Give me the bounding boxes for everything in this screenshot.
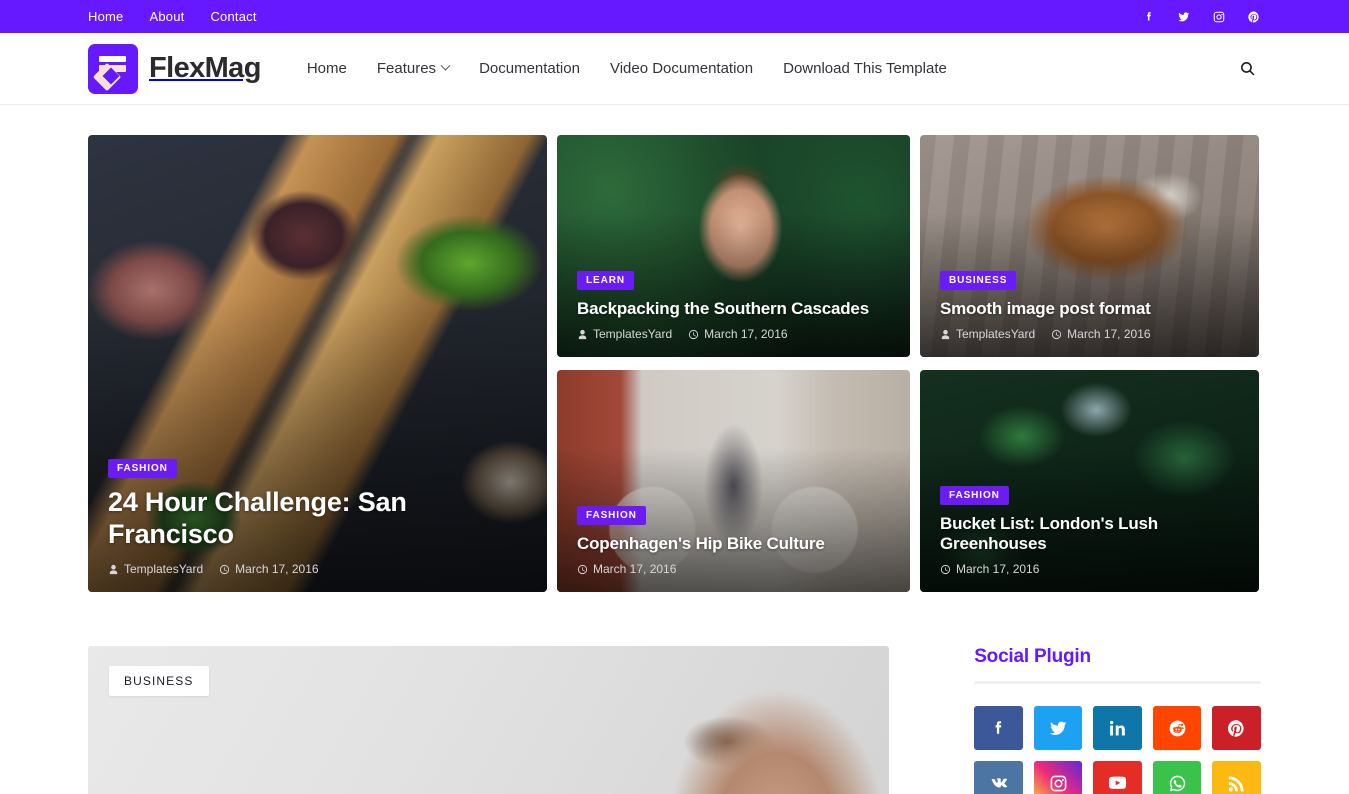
- category-badge[interactable]: FASHION: [577, 505, 646, 525]
- post-meta: TemplatesYard March 17, 2016: [108, 562, 527, 576]
- nav-item-features[interactable]: Features: [376, 60, 451, 77]
- post-meta: March 17, 2016: [577, 562, 890, 576]
- post-date: March 17, 2016: [577, 562, 676, 576]
- nav-label: Features: [376, 60, 437, 77]
- post-card[interactable]: BUSINESS: [88, 646, 890, 794]
- post-date: March 17, 2016: [688, 327, 788, 341]
- category-badge[interactable]: FASHION: [940, 485, 1009, 505]
- date-text: March 17, 2016: [1067, 327, 1151, 341]
- content-and-sidebar: BUSINESS Social Plugin: [88, 646, 1261, 794]
- site-logo[interactable]: FlexMag: [88, 43, 261, 94]
- youtube-icon[interactable]: [1093, 761, 1142, 794]
- date-text: March 17, 2016: [593, 562, 677, 576]
- nav-label: Download This Template: [783, 60, 947, 77]
- author-name: TemplatesYard: [956, 327, 1036, 341]
- nav-item-video-documentation[interactable]: Video Documentation: [610, 60, 753, 77]
- whatsapp-icon[interactable]: [1152, 761, 1202, 794]
- user-icon: [578, 329, 587, 339]
- featured-post-card-main[interactable]: FASHION 24 Hour Challenge: San Francisco…: [88, 135, 547, 592]
- user-icon: [941, 329, 950, 339]
- post-date: March 17, 2016: [1051, 327, 1151, 341]
- user-icon: [109, 564, 118, 574]
- category-badge[interactable]: LEARN: [577, 270, 634, 290]
- sidebar: Social Plugin: [974, 646, 1261, 794]
- clock-icon: [1052, 329, 1062, 339]
- author-name: TemplatesYard: [593, 327, 673, 341]
- instagram-icon[interactable]: [1211, 9, 1226, 24]
- top-bar-nav: Home About Contact: [88, 9, 257, 24]
- rss-icon[interactable]: [1212, 761, 1261, 794]
- card-body: FASHION 24 Hour Challenge: San Francisco…: [88, 458, 547, 592]
- top-bar: Home About Contact: [0, 0, 1349, 33]
- topbar-link-about[interactable]: About: [149, 9, 184, 24]
- post-date: March 17, 2016: [940, 562, 1039, 576]
- nav-label: Documentation: [479, 60, 580, 77]
- main-nav: Home Features Documentation Video Docume…: [307, 60, 947, 77]
- author-name: TemplatesYard: [124, 562, 204, 576]
- post-meta: March 17, 2016: [940, 562, 1239, 576]
- post-title[interactable]: Bucket List: London's Lush Greenhouses: [940, 514, 1239, 554]
- card-body: FASHION Copenhagen's Hip Bike Culture Ma…: [557, 505, 910, 592]
- category-badge[interactable]: FASHION: [108, 459, 177, 479]
- linkedin-icon[interactable]: [1093, 706, 1142, 750]
- brand-name: FlexMag: [149, 52, 261, 84]
- clock-icon: [220, 564, 230, 574]
- clock-icon: [689, 329, 699, 339]
- post-meta: TemplatesYard March 17, 2016: [940, 327, 1239, 341]
- nav-label: Home: [306, 60, 347, 77]
- reddit-icon[interactable]: [1152, 706, 1202, 750]
- date-text: March 17, 2016: [235, 562, 319, 576]
- card-body: FASHION Bucket List: London's Lush Green…: [920, 485, 1259, 592]
- card-body: BUSINESS Smooth image post format Templa…: [920, 270, 1259, 357]
- nav-item-home[interactable]: Home: [307, 60, 347, 77]
- nav-item-download-this-template[interactable]: Download This Template: [783, 60, 947, 77]
- featured-post-card-1[interactable]: LEARN Backpacking the Southern Cascades …: [557, 135, 910, 357]
- post-author: TemplatesYard: [940, 327, 1035, 341]
- post-title[interactable]: Backpacking the Southern Cascades: [577, 299, 890, 319]
- nav-label: Video Documentation: [609, 60, 754, 77]
- social-links-grid: [974, 706, 1261, 794]
- post-title[interactable]: Smooth image post format: [940, 299, 1239, 319]
- twitter-icon[interactable]: [1033, 706, 1083, 750]
- date-text: March 17, 2016: [704, 327, 788, 341]
- twitter-icon[interactable]: [1176, 9, 1191, 24]
- vk-icon[interactable]: [974, 761, 1023, 794]
- search-icon: [1240, 62, 1254, 76]
- facebook-icon[interactable]: [974, 706, 1023, 750]
- featured-post-card-4[interactable]: FASHION Bucket List: London's Lush Green…: [920, 370, 1259, 592]
- card-body: LEARN Backpacking the Southern Cascades …: [557, 270, 910, 357]
- social-plugin-widget: Social Plugin: [974, 646, 1261, 794]
- post-title[interactable]: 24 Hour Challenge: San Francisco: [108, 487, 527, 551]
- featured-post-card-3[interactable]: FASHION Copenhagen's Hip Bike Culture Ma…: [557, 370, 910, 592]
- pinterest-icon[interactable]: [1212, 706, 1261, 750]
- post-author: TemplatesYard: [108, 562, 203, 576]
- post-title[interactable]: Copenhagen's Hip Bike Culture: [577, 534, 890, 554]
- top-bar-social-links: [1141, 9, 1261, 24]
- chevron-down-icon: [440, 60, 451, 71]
- featured-post-card-2[interactable]: BUSINESS Smooth image post format Templa…: [920, 135, 1259, 357]
- date-text: March 17, 2016: [956, 562, 1040, 576]
- search-button[interactable]: [1233, 55, 1261, 83]
- nav-item-documentation[interactable]: Documentation: [479, 60, 580, 77]
- clock-icon: [940, 564, 951, 574]
- topbar-link-home[interactable]: Home: [88, 9, 123, 24]
- instagram-icon[interactable]: [1033, 761, 1083, 794]
- category-badge[interactable]: BUSINESS: [940, 270, 1017, 290]
- pinterest-icon[interactable]: [1246, 9, 1261, 24]
- logo-mark-icon: [88, 43, 138, 94]
- post-author: TemplatesYard: [577, 327, 672, 341]
- divider: [974, 681, 1261, 684]
- topbar-link-contact[interactable]: Contact: [210, 9, 256, 24]
- clock-icon: [577, 564, 588, 574]
- facebook-icon[interactable]: [1141, 9, 1156, 24]
- site-header: FlexMag Home Features Documentation Vide…: [0, 33, 1349, 105]
- category-badge[interactable]: BUSINESS: [109, 666, 209, 696]
- widget-title: Social Plugin: [974, 646, 1091, 667]
- page-wrap: FASHION 24 Hour Challenge: San Francisco…: [0, 135, 1349, 794]
- featured-posts-grid: FASHION 24 Hour Challenge: San Francisco…: [88, 135, 1261, 592]
- post-meta: TemplatesYard March 17, 2016: [577, 327, 890, 341]
- post-date: March 17, 2016: [219, 562, 319, 576]
- main-content-column: BUSINESS: [88, 646, 890, 794]
